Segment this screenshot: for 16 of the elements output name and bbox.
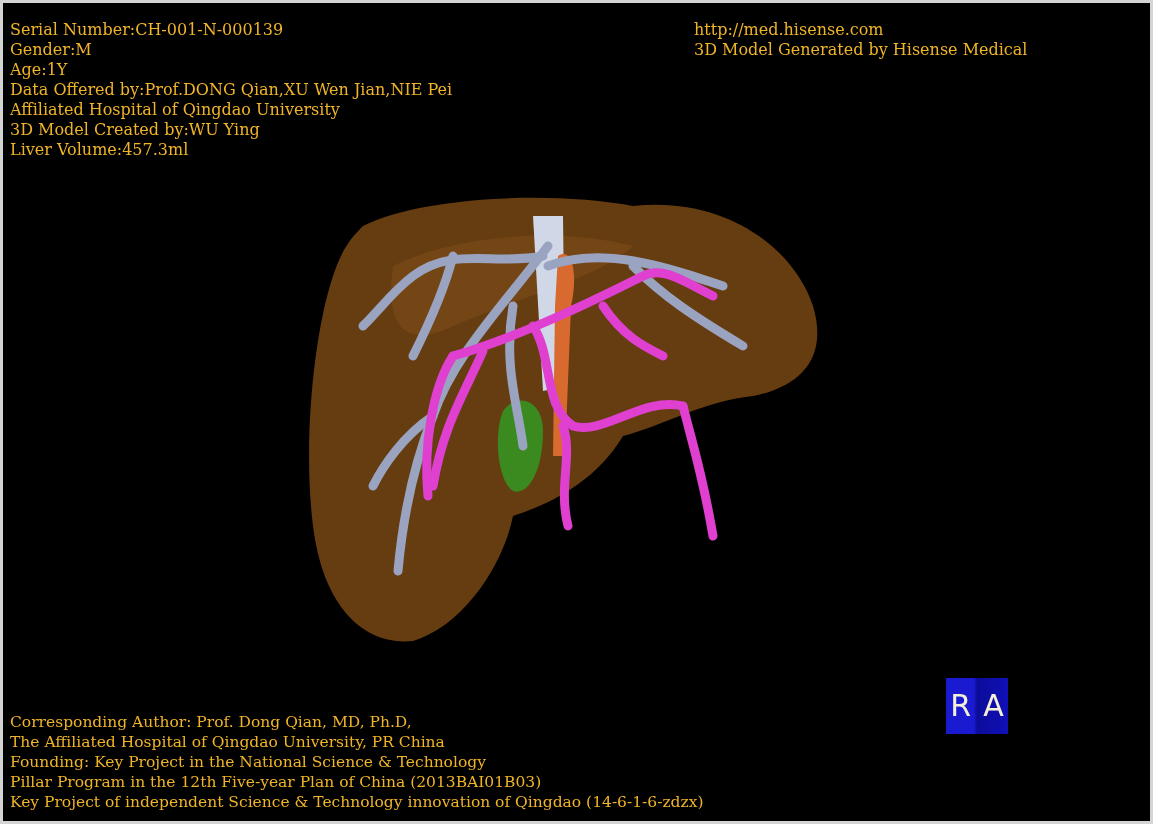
info-text: Affiliated Hospital of Qingdao University [10,100,340,120]
info-text: Age:1Y [10,60,68,80]
cube-label: R [950,689,972,723]
info-text: 3D Model Generated by Hisense Medical [694,40,1028,60]
info-text: Liver Volume:457.3ml [10,140,189,160]
credit-text: Key Project of independent Science & Technology innovation of Qingdao (14-6-1-6-zdzx) [10,792,704,812]
info-text: 3D Model Created by:WU Ying [10,120,260,140]
info-text: Gender:M [10,40,92,60]
credit-text: Pillar Program in the 12th Five-year Plan of China (2013BAI01B03) [10,772,542,792]
info-text: Data Offered by:Prof.DONG Qian,XU Wen Jian,NIE Pei [10,80,453,100]
cube-label: A [983,689,1004,723]
info-text: Serial Number:CH-001-N-000139 [10,20,284,40]
info-text: http://med.hisense.com [694,20,884,40]
credit-text: Founding: Key Project in the National Science & Technology [10,752,486,772]
credit-text: Corresponding Author: Prof. Dong Qian, MD, Ph.D, [10,712,412,732]
credit-text: The Affiliated Hospital of Qingdao University, PR China [10,732,445,752]
